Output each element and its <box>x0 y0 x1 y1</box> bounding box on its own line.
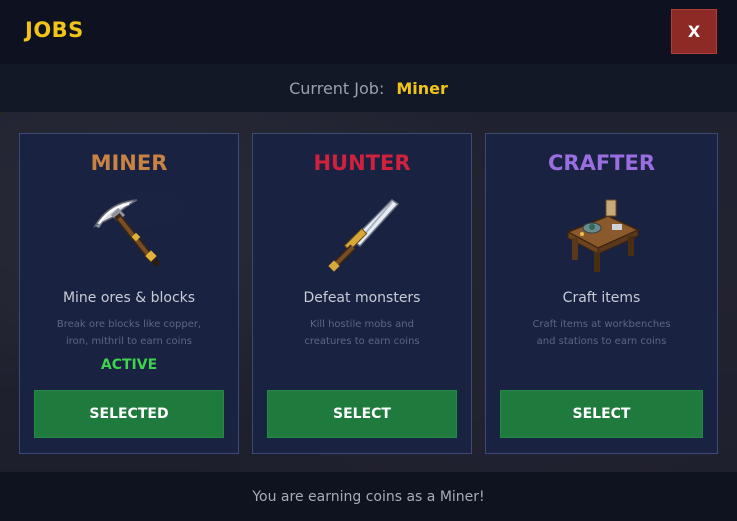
job-description: Break ore blocks like copper, iron, mith… <box>48 316 210 350</box>
job-description-line: Craft items at workbenches <box>532 319 671 330</box>
job-description: Kill hostile mobs and creatures to earn … <box>281 316 443 350</box>
job-card-miner: MINER Mine ores & blocks Break ore block… <box>19 133 239 454</box>
job-name: MINER <box>90 151 168 175</box>
job-description: Craft items at workbenches and stations … <box>514 316 689 350</box>
selected-button[interactable]: SELECTED <box>34 390 224 438</box>
job-name: HUNTER <box>313 151 411 175</box>
job-name: CRAFTER <box>547 151 656 175</box>
job-description-line: and stations to earn coins <box>536 336 667 347</box>
job-description-line: iron, mithril to earn coins <box>65 336 192 347</box>
job-description-line: creatures to earn coins <box>304 336 420 347</box>
status-footer: You are earning coins as a Miner! <box>0 472 737 521</box>
job-status-active: ACTIVE <box>100 357 158 373</box>
workbench-icon <box>562 196 642 276</box>
job-description-line: Break ore blocks like copper, <box>56 319 202 330</box>
select-crafter-button[interactable]: SELECT <box>500 390 703 438</box>
jobs-dialog: JOBS X Current Job: Miner MINER Mine ore… <box>0 0 737 521</box>
close-button[interactable]: X <box>671 9 717 54</box>
sword-icon <box>322 196 402 276</box>
dialog-title: JOBS <box>25 18 84 42</box>
dialog-header: JOBS X <box>0 0 737 64</box>
job-short-description: Mine ores & blocks <box>62 290 196 306</box>
job-short-description: Craft items <box>562 290 641 306</box>
job-card-hunter: HUNTER Defeat monsters Kill hostile mobs… <box>252 133 472 454</box>
job-description-line: Kill hostile mobs and <box>310 319 414 330</box>
current-job-bar: Current Job: Miner <box>0 64 737 112</box>
pickaxe-icon <box>89 196 169 276</box>
job-short-description: Defeat monsters <box>303 290 421 306</box>
current-job-label: Current Job: <box>289 78 385 98</box>
job-card-crafter: CRAFTER Craft items Craft items at workb… <box>485 133 718 454</box>
current-job-value: Miner <box>396 78 448 98</box>
select-hunter-button[interactable]: SELECT <box>267 390 457 438</box>
